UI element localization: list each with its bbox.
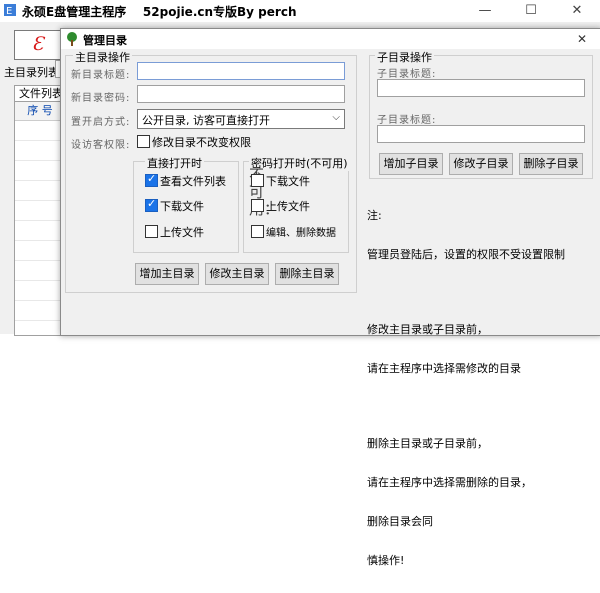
close-button[interactable]: ✕ [554,0,600,22]
view-files-checkbox[interactable] [145,172,158,187]
notes-line: 请在主程序中选择需修改的目录 [367,362,521,375]
direct-download-label: 下载文件 [160,200,204,213]
notes-heading: 注: [367,209,382,222]
keep-perm-checkbox[interactable] [137,135,150,148]
direct-upload-label: 上传文件 [160,226,204,239]
manage-directory-dialog: 管理目录 ✕ 主目录操作 新目录标题: 新目录密码: 置开启方式: 公开目录, … [60,28,600,567]
window-title: 永硕E盘管理主程序 52pojie.cn专版By perch [22,3,297,20]
svg-text:E: E [6,6,12,17]
table-header-index[interactable]: 序 号 [15,102,66,121]
tree-icon [67,32,77,46]
dialog-title: 管理目录 [83,34,127,47]
main-titlebar: E 永硕E盘管理主程序 52pojie.cn专版By perch — ☐ ✕ [0,0,600,22]
add-sub-dir-button[interactable]: 增加子目录 [379,153,443,175]
pwd-edit-delete-checkbox[interactable] [251,225,264,238]
pwd-upload-label: 上传文件 [266,200,310,213]
notes-line: 删除目录会同 [367,515,433,528]
edit-sub-dir-button[interactable]: 修改子目录 [449,153,513,175]
notes-line: 删除主目录或子目录前， [367,437,488,450]
notes-line: 慎操作! [367,554,405,567]
direct-upload-checkbox[interactable] [145,225,158,238]
maximize-button[interactable]: ☐ [508,0,554,22]
pwd-edit-delete-label: 编辑、删除数据 [266,228,336,239]
direct-open-group-label: 直接打开时 [145,155,204,171]
direct-download-checkbox[interactable] [145,197,158,212]
keep-perm-checkbox-label: 修改目录不改变权限 [152,136,251,149]
app-logo-icon: E [4,4,16,17]
notes-line: 管理员登陆后，设置的权限不受设置限制 [367,248,565,261]
dialog-titlebar: 管理目录 ✕ [61,29,600,49]
password-open-group-label: 密码打开时(不可用) [249,155,350,171]
open-mode-label: 置开启方式: [71,117,131,128]
open-mode-value: 公开目录, 访客可直接打开 [142,114,270,127]
open-mode-select[interactable]: 公开目录, 访客可直接打开 ⌵ [137,109,345,129]
new-dir-title-label: 新目录标题: [71,70,131,81]
pwd-download-checkbox[interactable] [251,174,264,187]
pwd-download-label: 下载文件 [266,175,310,188]
sub-dir-title-label: 子目录标题: [377,69,437,80]
sub-dir-title-input-1[interactable] [377,79,585,97]
visitor-perm-label: 设访客权限: [71,140,131,151]
delete-main-dir-button[interactable]: 删除主目录 [275,263,339,285]
new-dir-title-input[interactable] [137,62,345,80]
notes-line: 修改主目录或子目录前， [367,323,488,336]
toolbar-manage-button[interactable]: Ɛ [14,30,66,60]
delete-sub-dir-button[interactable]: 删除子目录 [519,153,583,175]
notes-block: 注: 管理员登陆后，设置的权限不受设置限制 修改主目录或子目录前， 请在主程序中… [367,183,565,593]
pwd-upload-checkbox[interactable] [251,199,264,212]
chevron-down-icon: ⌵ [332,112,340,123]
main-dir-label: 主目录列表: [4,66,63,79]
minimize-button[interactable]: — [462,0,508,22]
edit-main-dir-button[interactable]: 修改主目录 [205,263,269,285]
new-dir-password-input[interactable] [137,85,345,103]
sub-dir-group-label: 子目录操作 [375,49,434,65]
brand-logo-icon: Ɛ [32,33,44,55]
notes-line: 请在主程序中选择需删除的目录， [367,476,532,489]
app-title: 永硕E盘管理主程序 [22,5,127,19]
notes-spacer [367,287,565,297]
notes-spacer [367,401,565,411]
sub-dir-title-label-2: 子目录标题: [377,115,437,126]
dialog-close-button[interactable]: ✕ [567,29,597,49]
main-dir-group-label: 主目录操作 [73,49,132,65]
app-subtitle: 52pojie.cn专版By perch [142,5,297,19]
view-files-label: 查看文件列表 [160,175,226,188]
add-main-dir-button[interactable]: 增加主目录 [135,263,199,285]
sub-dir-title-input-2[interactable] [377,125,585,143]
new-dir-password-label: 新目录密码: [71,93,131,104]
